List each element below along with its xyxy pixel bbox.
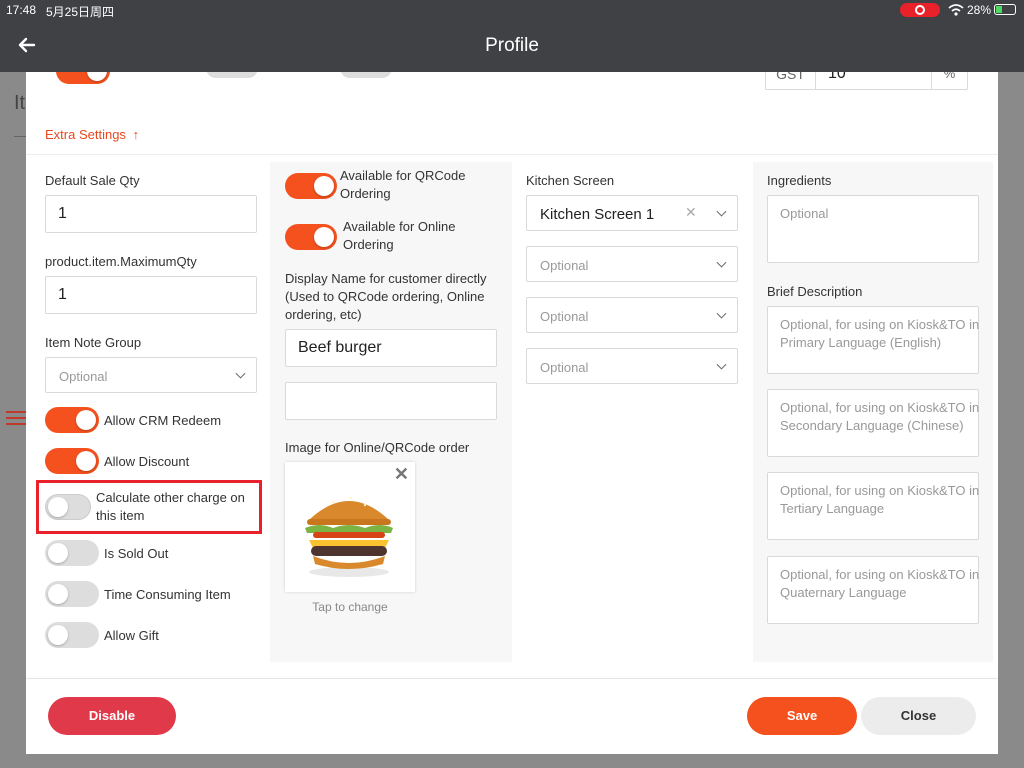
clear-icon[interactable]: ✕ — [685, 204, 697, 221]
column-kitchen: Kitchen Screen Kitchen Screen 1 ✕ Option… — [526, 172, 738, 392]
background-divider — [14, 136, 26, 137]
gst-value: 10 — [828, 72, 846, 82]
footer-divider — [26, 678, 998, 679]
display-name-value: Beef burger — [298, 339, 382, 356]
kitchen-select-3[interactable]: Optional — [526, 297, 738, 333]
toggle-is-sold-out[interactable]: Is Sold Out — [45, 540, 257, 568]
wifi-icon — [948, 4, 964, 16]
description-quaternary-placeholder: Optional, for using on Kiosk&TO in Quate… — [780, 567, 980, 600]
column-ordering: Available for QRCode Ordering Available … — [270, 162, 512, 662]
cutoff-toggle-off-2[interactable] — [340, 72, 392, 78]
ingredients-label: Ingredients — [767, 173, 832, 188]
gst-label: GST — [766, 72, 816, 89]
qr-ordering-label: Available for QRCode Ordering — [340, 168, 466, 201]
battery-percent: 28% — [967, 3, 992, 17]
divider — [26, 154, 998, 155]
allow-discount-switch[interactable] — [45, 448, 99, 474]
display-name-input[interactable]: Beef burger — [285, 329, 497, 367]
allow-gift-label: Allow Gift — [104, 628, 159, 643]
status-bar: 17:48 5月25日周四 28% — [0, 0, 1024, 20]
status-date: 5月25日周四 — [46, 5, 115, 19]
description-tertiary-placeholder: Optional, for using on Kiosk&TO in Terti… — [780, 483, 980, 516]
image-label: Image for Online/QRCode order — [285, 440, 470, 455]
cutoff-toggle-on[interactable] — [56, 72, 110, 84]
arrow-up-icon: ↑ — [132, 127, 140, 142]
description-primary-textarea[interactable]: Optional, for using on Kiosk&TO in Prima… — [767, 306, 979, 374]
ingredients-textarea[interactable]: Optional — [767, 195, 979, 263]
column-general: Default Sale Qty 1 product.item.MaximumQ… — [36, 172, 262, 652]
toggle-time-consuming[interactable]: Time Consuming Item — [45, 581, 257, 609]
description-quaternary-textarea[interactable]: Optional, for using on Kiosk&TO in Quate… — [767, 556, 979, 624]
kitchen-screen-label: Kitchen Screen — [526, 173, 615, 188]
default-sale-qty-label: Default Sale Qty — [45, 173, 140, 188]
allow-crm-redeem-label: Allow CRM Redeem — [104, 413, 222, 428]
maximum-qty-value: 1 — [58, 286, 67, 303]
description-secondary-placeholder: Optional, for using on Kiosk&TO in Secon… — [780, 400, 980, 433]
allow-discount-label: Allow Discount — [104, 454, 190, 469]
kitchen-select-4[interactable]: Optional — [526, 348, 738, 384]
description-tertiary-textarea[interactable]: Optional, for using on Kiosk&TO in Terti… — [767, 472, 979, 540]
tap-to-change[interactable]: Tap to change — [285, 600, 415, 614]
qr-ordering-switch[interactable] — [285, 173, 337, 199]
disable-button[interactable]: Disable — [48, 697, 176, 735]
battery-icon — [994, 4, 1016, 15]
time-consuming-switch[interactable] — [45, 581, 99, 607]
toggle-allow-discount[interactable]: Allow Discount — [45, 448, 257, 476]
toggle-allow-gift[interactable]: Allow Gift — [45, 622, 257, 650]
menu-icon — [6, 411, 26, 425]
extra-settings-label: Extra Settings — [45, 127, 126, 142]
allow-gift-switch[interactable] — [45, 622, 99, 648]
save-button[interactable]: Save — [747, 697, 857, 735]
extra-settings-toggle[interactable]: Extra Settings ↑ — [45, 127, 139, 142]
chevron-down-icon — [716, 257, 727, 268]
chevron-down-icon — [716, 359, 727, 370]
close-button[interactable]: Close — [861, 697, 976, 735]
select-placeholder: Optional — [540, 258, 589, 273]
online-ordering-label: Available for Online Ordering — [343, 219, 456, 252]
maximum-qty-input[interactable]: 1 — [45, 276, 257, 314]
remove-image-icon[interactable]: ✕ — [394, 464, 409, 485]
chevron-down-icon — [235, 368, 246, 379]
toggle-allow-crm-redeem[interactable]: Allow CRM Redeem — [45, 407, 257, 435]
is-sold-out-switch[interactable] — [45, 540, 99, 566]
display-name-label: Display Name for customer directly (Used… — [285, 271, 487, 322]
burger-image — [305, 496, 393, 577]
display-name-secondary-input[interactable] — [285, 382, 497, 420]
profile-modal: GST 10 % Extra Settings ↑ Default Sale Q… — [26, 72, 998, 754]
column-description: Ingredients Optional Brief Description O… — [753, 162, 993, 662]
time-consuming-label: Time Consuming Item — [104, 587, 231, 602]
brief-description-label: Brief Description — [767, 284, 863, 299]
default-sale-qty-value: 1 — [58, 205, 67, 222]
nav-bar: Profile — [0, 20, 1024, 72]
gst-unit: % — [931, 72, 967, 89]
kitchen-screen-value: Kitchen Screen 1 — [540, 206, 655, 223]
ingredients-placeholder: Optional — [780, 206, 829, 221]
allow-crm-redeem-switch[interactable] — [45, 407, 99, 433]
select-placeholder: Optional — [540, 360, 589, 375]
select-placeholder: Optional — [540, 309, 589, 324]
default-sale-qty-input[interactable]: 1 — [45, 195, 257, 233]
screen-record-icon — [900, 3, 940, 17]
calculate-other-charge-switch[interactable] — [45, 494, 91, 520]
description-primary-placeholder: Optional, for using on Kiosk&TO in Prima… — [780, 317, 980, 350]
calculate-other-charge-label: Calculate other charge on this item — [96, 490, 245, 523]
cutoff-toggle-off[interactable] — [206, 72, 258, 78]
maximum-qty-label: product.item.MaximumQty — [45, 254, 197, 269]
kitchen-select-2[interactable]: Optional — [526, 246, 738, 282]
gst-input[interactable]: GST 10 % — [765, 72, 968, 90]
item-note-group-label: Item Note Group — [45, 335, 142, 350]
background-title: It — [14, 92, 26, 114]
item-note-group-placeholder: Optional — [59, 369, 108, 384]
product-image-card[interactable]: ✕ — [285, 462, 415, 592]
description-secondary-textarea[interactable]: Optional, for using on Kiosk&TO in Secon… — [767, 389, 979, 457]
page-title: Profile — [485, 35, 539, 56]
online-ordering-switch[interactable] — [285, 224, 337, 250]
kitchen-screen-select[interactable]: Kitchen Screen 1 ✕ — [526, 195, 738, 231]
item-note-group-select[interactable]: Optional — [45, 357, 257, 393]
status-time: 17:48 — [6, 3, 37, 17]
chevron-down-icon — [716, 308, 727, 319]
is-sold-out-label: Is Sold Out — [104, 546, 169, 561]
toggle-calculate-other-charge[interactable]: Calculate other charge on this item — [45, 490, 257, 528]
chevron-down-icon — [716, 206, 727, 217]
